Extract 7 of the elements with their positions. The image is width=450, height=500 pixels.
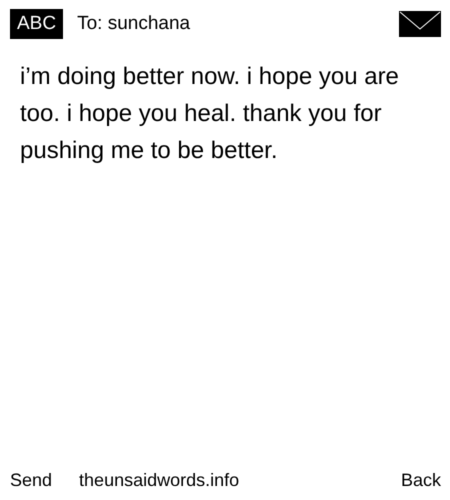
input-mode-badge: ABC — [10, 9, 64, 39]
recipient-label: To: sunchana — [77, 13, 192, 35]
site-label: theunsaidwords.info — [79, 470, 240, 490]
back-softkey[interactable]: Back — [400, 470, 441, 490]
envelope-icon — [399, 11, 441, 37]
message-text: i’m doing better now. i hope you are too. i hope you heal. thank you for pushing me to be better. — [19, 62, 400, 166]
send-softkey[interactable]: Send — [10, 470, 52, 490]
